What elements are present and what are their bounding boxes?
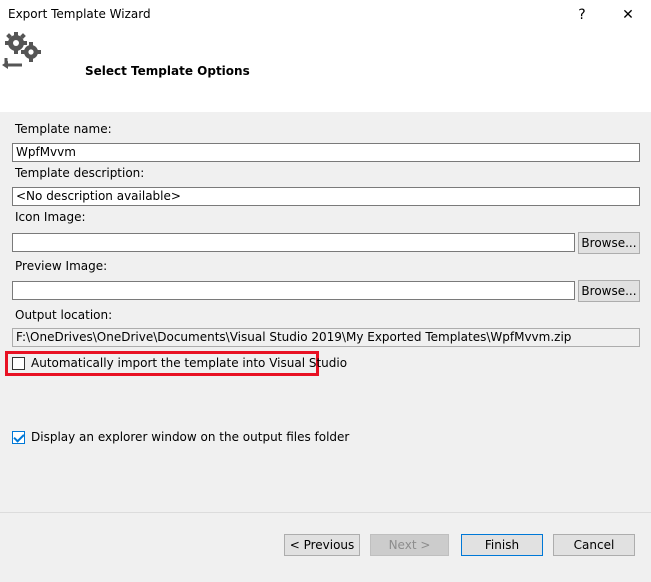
close-button[interactable]: ✕ [605,0,651,30]
auto-import-checkbox[interactable] [12,357,25,370]
explorer-window-checkbox[interactable] [12,431,25,444]
gears-export-icon [2,32,41,69]
help-button[interactable]: ? [559,0,605,30]
explorer-window-label[interactable]: Display an explorer window on the output… [31,430,349,444]
previous-button[interactable]: < Previous [284,534,360,556]
auto-import-label[interactable]: Automatically import the template into V… [31,356,347,370]
cancel-button[interactable]: Cancel [553,534,635,556]
icon-image-input[interactable] [12,233,575,252]
icon-browse-button[interactable]: Browse... [578,232,640,254]
preview-image-label: Preview Image: [15,259,108,273]
page-title: Select Template Options [85,64,250,78]
output-location-field: F:\OneDrives\OneDrive\Documents\Visual S… [12,328,640,347]
wizard-header: Select Template Options [0,30,651,112]
preview-image-input[interactable] [12,281,575,300]
preview-browse-button[interactable]: Browse... [578,280,640,302]
template-description-input[interactable]: <No description available> [12,187,640,206]
template-description-label: Template description: [15,166,145,180]
title-bar: Export Template Wizard ? ✕ [0,0,651,30]
next-button[interactable]: Next > [370,534,449,556]
output-location-label: Output location: [15,308,113,322]
template-name-label: Template name: [15,122,112,136]
wizard-footer: < Previous Next > Finish Cancel [0,513,651,582]
template-name-input[interactable]: WpfMvvm [12,143,640,162]
window-title: Export Template Wizard [8,7,151,21]
finish-button[interactable]: Finish [461,534,543,556]
icon-image-label: Icon Image: [15,210,86,224]
